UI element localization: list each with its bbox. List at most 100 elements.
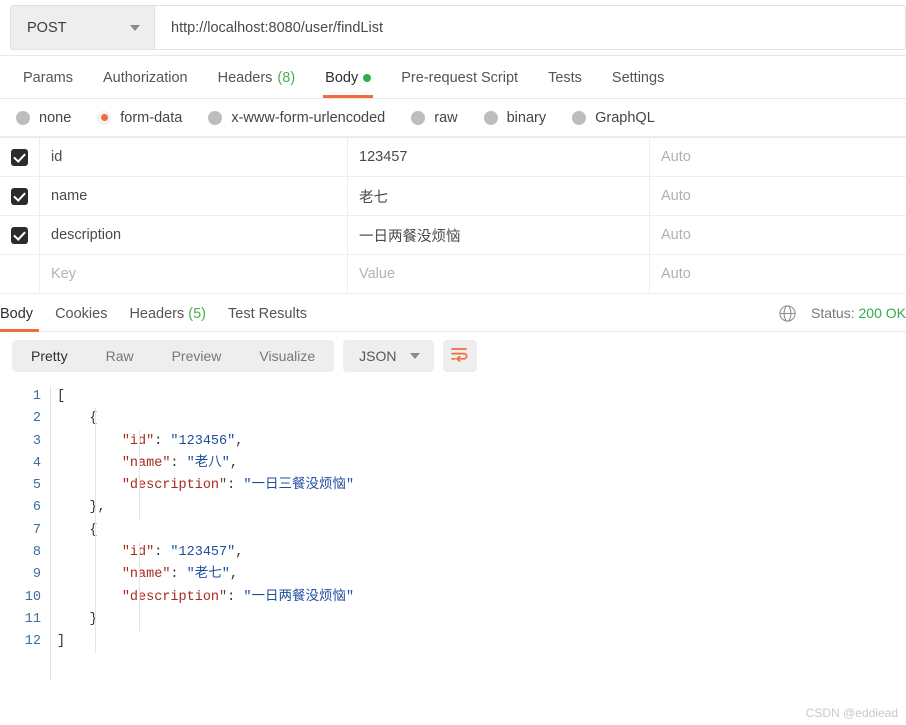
row-description-cell[interactable]: Auto	[650, 177, 906, 215]
line-number-gutter: 1 2 3 4 5 6 7 8 9 10 11 12	[0, 386, 50, 680]
radio-icon	[411, 110, 426, 125]
view-mode-visualize[interactable]: Visualize	[240, 340, 334, 372]
row-checkbox-cell[interactable]	[0, 216, 40, 254]
body-type-raw[interactable]: raw	[411, 110, 458, 126]
code-line: "description": "一日两餐没烦恼"	[51, 587, 906, 609]
row-checkbox-cell[interactable]	[0, 255, 40, 293]
response-tab-test-results[interactable]: Test Results	[217, 306, 318, 332]
token-key: "description"	[121, 478, 228, 494]
row-description-cell[interactable]: Auto	[650, 216, 906, 254]
checkbox-checked-icon[interactable]	[11, 187, 28, 205]
row-checkbox-cell[interactable]	[0, 177, 40, 215]
row-key-cell[interactable]: description	[40, 216, 348, 254]
body-type-none[interactable]: none	[16, 110, 71, 126]
checkbox-checked-icon[interactable]	[11, 226, 28, 244]
view-mode-raw[interactable]: Raw	[87, 340, 153, 372]
token-punc: [	[57, 389, 66, 404]
globe-icon[interactable]	[778, 304, 797, 323]
token-str: "123456"	[170, 433, 236, 449]
row-value-cell[interactable]: 一日两餐没烦恼	[348, 216, 650, 254]
row-value-cell[interactable]: 123457	[348, 138, 650, 176]
body-present-dot-icon	[363, 74, 372, 82]
body-type-binary[interactable]: binary	[483, 110, 546, 126]
view-mode-pretty[interactable]: Pretty	[12, 340, 87, 372]
token-str: "123457"	[170, 545, 236, 561]
body-type-form-data-label: form-data	[120, 109, 183, 126]
wrap-lines-button[interactable]	[442, 340, 477, 372]
line-number: 9	[32, 567, 41, 583]
wrap-lines-icon	[450, 346, 469, 367]
body-type-none-label: none	[39, 109, 72, 126]
code-line: {	[51, 520, 906, 542]
line-number: 11	[24, 611, 41, 627]
tab-body[interactable]: Body	[310, 70, 386, 98]
response-tab-test-results-label: Test Results	[228, 305, 307, 322]
tab-headers[interactable]: Headers (8)	[203, 70, 311, 98]
response-format-select[interactable]: JSON	[343, 340, 434, 372]
token-punc: ]	[57, 634, 66, 650]
response-tab-headers[interactable]: Headers (5)	[118, 306, 217, 332]
line-number: 5	[32, 478, 41, 494]
radio-icon	[483, 110, 498, 125]
row-description-cell[interactable]: Auto	[650, 138, 906, 176]
new-row-value-input[interactable]: Value	[348, 255, 650, 293]
tab-body-label: Body	[325, 70, 359, 86]
request-url-input[interactable]	[155, 5, 906, 50]
token-key: "description"	[121, 589, 228, 605]
code-line: "description": "一日三餐没烦恼"	[51, 475, 906, 497]
code-line: }	[51, 609, 906, 631]
tab-headers-label: Headers	[217, 70, 273, 86]
body-type-graphql[interactable]: GraphQL	[572, 110, 655, 126]
body-type-graphql-label: GraphQL	[595, 109, 655, 126]
view-mode-preview[interactable]: Preview	[153, 340, 241, 372]
status-label: Status:	[811, 305, 855, 321]
token-punc: :	[154, 545, 171, 561]
new-row-key-input[interactable]: Key	[40, 255, 348, 293]
token-punc: }	[89, 611, 98, 627]
tab-tests-label: Tests	[548, 70, 582, 86]
http-method-label: POST	[27, 19, 67, 36]
view-mode-group: Pretty Raw Preview Visualize	[12, 340, 335, 372]
row-key-cell[interactable]: id	[40, 138, 348, 176]
body-type-options: none form-data x-www-form-urlencoded raw…	[0, 99, 906, 137]
token-punc: :	[170, 455, 187, 471]
body-type-urlencoded[interactable]: x-www-form-urlencoded	[208, 110, 385, 126]
code-content[interactable]: [ { "id": "123456", "name": "老八", "descr…	[50, 386, 906, 680]
response-tabs: Body Cookies Headers (5) Test Results	[0, 294, 318, 332]
line-number: 2	[32, 411, 41, 427]
tab-authorization[interactable]: Authorization	[88, 70, 203, 98]
checkbox-checked-icon[interactable]	[11, 148, 28, 166]
line-number: 8	[32, 545, 41, 561]
tab-headers-count: (8)	[277, 70, 296, 86]
body-type-urlencoded-label: x-www-form-urlencoded	[231, 109, 386, 126]
body-type-form-data[interactable]: form-data	[97, 110, 182, 126]
row-value-cell[interactable]: 老七	[348, 177, 650, 215]
token-punc: ,	[229, 567, 238, 583]
response-tab-headers-count: (5)	[188, 305, 206, 322]
checkbox-unchecked-icon[interactable]	[11, 266, 28, 283]
indent-guide	[139, 430, 140, 519]
line-number: 6	[32, 500, 41, 516]
code-line: [	[51, 386, 906, 408]
new-row-description-input[interactable]: Auto	[650, 255, 906, 293]
tab-pre-request-script[interactable]: Pre-request Script	[386, 70, 533, 98]
token-punc: :	[227, 589, 244, 605]
status-badge: Status: 200 OK	[811, 305, 906, 321]
response-tab-body[interactable]: Body	[0, 306, 44, 332]
radio-selected-icon	[97, 110, 112, 125]
token-punc: ,	[229, 455, 238, 471]
code-line: "name": "老七",	[51, 564, 906, 586]
http-method-select[interactable]: POST	[10, 5, 155, 50]
token-str: "一日三餐没烦恼"	[243, 478, 355, 494]
response-view-toolbar: Pretty Raw Preview Visualize JSON	[0, 332, 906, 380]
tab-params-label: Params	[23, 70, 73, 86]
line-number: 7	[32, 522, 41, 538]
tab-params[interactable]: Params	[8, 70, 88, 98]
line-number: 4	[32, 455, 41, 471]
row-key-cell[interactable]: name	[40, 177, 348, 215]
response-tab-cookies[interactable]: Cookies	[44, 306, 118, 332]
row-checkbox-cell[interactable]	[0, 138, 40, 176]
tab-settings[interactable]: Settings	[597, 70, 679, 98]
tab-tests[interactable]: Tests	[533, 70, 597, 98]
token-punc: },	[89, 500, 106, 516]
